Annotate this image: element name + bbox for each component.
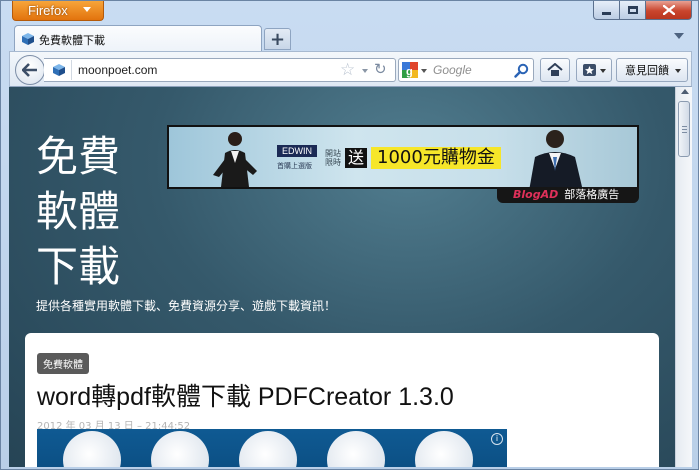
tab-title: 免費軟體下載 [39,34,105,47]
banner-ad[interactable]: EDWIN 首購上選版 開站 限時 送 1000元購物金 [167,125,639,189]
url-bar[interactable]: moonpoet.com ☆ ↻ [44,58,396,82]
tab-active[interactable]: 免費軟體下載 [14,25,262,51]
new-tab-button[interactable]: + [264,28,291,50]
site-identity-button[interactable] [46,60,72,80]
maximize-icon [627,6,638,14]
product-thumb [239,431,297,467]
model-figure-image [529,130,583,187]
browser-window: Firefox 免費軟體下載 + moonpoet.com ☆ ↻ g Goog… [0,0,699,470]
bookmarks-button[interactable] [576,58,612,82]
search-input[interactable] [433,62,513,78]
favicon-cube-icon [52,64,65,76]
product-thumb [327,431,385,467]
product-thumb [415,431,473,467]
product-thumb [63,431,121,467]
ad-promo-box: 送 [345,148,368,168]
minimize-button[interactable] [593,1,620,20]
post-category-badge[interactable]: 免費軟體 [37,353,89,374]
site-title-line: 下載 [36,242,121,291]
post-ad-strip[interactable]: i [37,429,507,467]
ad-brand-logo: EDWIN [277,145,317,157]
close-icon [662,5,675,15]
bookmarks-icon [583,64,596,76]
navigation-toolbar: moonpoet.com ☆ ↻ g Google 意見回饋 [9,51,692,87]
ad-promo-small-line: 開站 [325,149,341,158]
bookmark-star-icon[interactable]: ☆ [340,61,355,79]
post-title[interactable]: word轉pdf軟體下載 PDFCreator 1.3.0 [37,377,454,413]
feedback-label: 意見回饋 [625,64,669,77]
site-tagline: 提供各種實用軟體下載、免費資源分享、遊戲下載資訊！ [36,299,337,313]
ad-brand-sub: 首購上選版 [277,162,312,170]
ad-network-text: 部落格廣告 [564,188,620,201]
ad-promo-headline: 1000元購物金 [371,147,501,169]
site-title-line: 軟體 [36,187,121,236]
site-title-line: 免費 [36,132,121,181]
firefox-menu-label: Firefox [28,3,68,18]
favicon-cube-icon [22,33,34,45]
home-icon [547,63,563,76]
ad-promo-small-line: 限時 [325,158,341,167]
firefox-menu-button[interactable]: Firefox [12,1,104,21]
close-button[interactable] [646,1,692,20]
vertical-scrollbar[interactable] [675,87,692,467]
url-text[interactable]: moonpoet.com [78,63,157,77]
search-icon[interactable] [514,63,529,78]
feedback-button[interactable]: 意見回饋 [616,58,688,82]
ad-promo: 開站 限時 送 1000元購物金 [325,147,501,169]
maximize-button[interactable] [620,1,646,20]
minimize-icon [602,11,611,15]
chevron-down-icon [83,7,91,12]
google-engine-icon[interactable]: g [402,62,418,78]
product-thumb [151,431,209,467]
ad-info-icon[interactable]: i [491,433,503,445]
ad-network-name: BlogAD [513,188,559,201]
history-dropdown-icon[interactable] [362,69,368,73]
home-button[interactable] [540,58,570,82]
scrollbar-thumb[interactable] [678,101,690,157]
window-controls [593,1,692,20]
model-figure-image [213,132,257,187]
back-button[interactable] [15,55,45,85]
list-all-tabs-button[interactable] [674,33,684,39]
svg-text:g: g [406,66,413,78]
page-content: 免費 軟體 下載 提供各種實用軟體下載、免費資源分享、遊戲下載資訊！ EDWIN… [9,87,675,467]
chevron-down-icon [421,69,427,73]
site-title[interactable]: 免費 軟體 下載 [36,129,136,294]
ad-promo-small: 開站 限時 [325,149,341,167]
chevron-down-icon [600,69,606,73]
plus-icon: + [269,28,286,50]
search-box[interactable]: g [398,58,534,82]
back-arrow-icon [22,63,37,77]
ad-network-label[interactable]: BlogAD 部落格廣告 [497,187,639,203]
reload-icon[interactable]: ↻ [374,60,387,78]
chevron-down-icon [675,69,681,73]
scroll-up-icon[interactable] [681,89,689,94]
post-card: 免費軟體 word轉pdf軟體下載 PDFCreator 1.3.0 2012 … [25,333,659,467]
